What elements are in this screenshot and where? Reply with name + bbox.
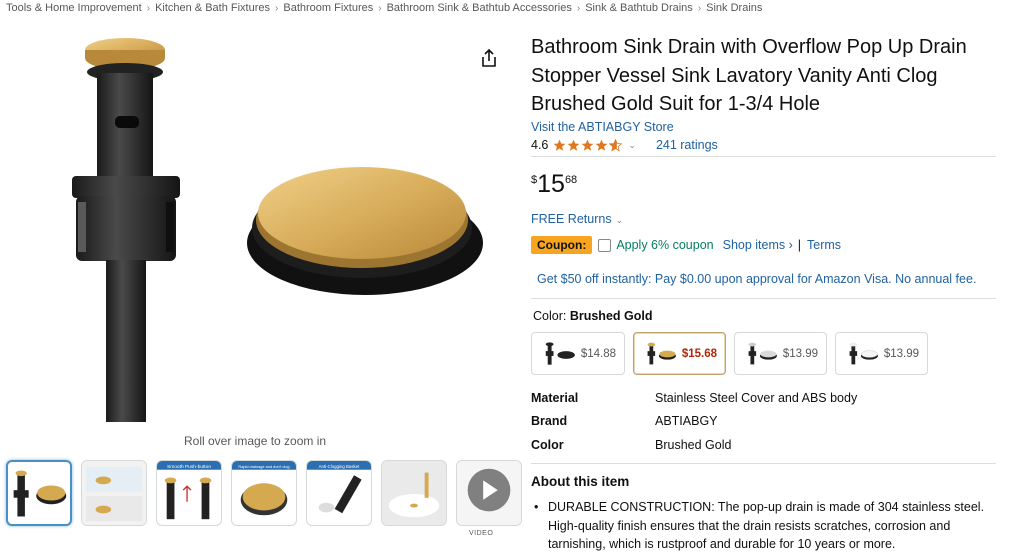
divider (531, 298, 996, 299)
breadcrumb-item[interactable]: Bathroom Sink & Bathtub Accessories (387, 2, 572, 14)
thumb-label: Anti-Clogging Basket (319, 464, 360, 469)
credit-card-offer-link[interactable]: Get $50 off instantly: Pay $0.00 upon ap… (537, 272, 976, 286)
share-icon[interactable] (480, 48, 498, 68)
breadcrumb-separator: › (576, 2, 581, 14)
video-thumbnail[interactable] (456, 460, 522, 526)
swatch-chrome[interactable]: $13.99 (734, 332, 827, 375)
price-fraction: 68 (564, 174, 578, 186)
shop-items-link[interactable]: Shop items › (723, 238, 793, 252)
color-swatches: $14.88 $15.68 $13.99 $13.99 (531, 332, 928, 375)
coupon-row: Coupon: Apply 6% coupon Shop items › | T… (531, 236, 841, 254)
spec-key: Material (531, 390, 579, 405)
about-list: DURABLE CONSTRUCTION: The pop-up drain i… (534, 498, 988, 554)
thumbnail-6[interactable] (381, 460, 447, 526)
separator: | (797, 238, 802, 252)
terms-link[interactable]: Terms (807, 238, 841, 252)
breadcrumb-separator: › (146, 2, 151, 14)
ratings-count-link[interactable]: 241 ratings (656, 138, 718, 152)
spec-row-color: Color Brushed Gold (531, 433, 857, 457)
store-link[interactable]: Visit the ABTIABGY Store (531, 120, 674, 134)
swatch-thumbnail (849, 342, 878, 364)
rating-row: 4.6 ⌄ 241 ratings (531, 138, 718, 152)
price: $ 15 68 (531, 170, 577, 198)
swatch-thumbnail (647, 342, 676, 364)
thumbnail-3[interactable]: Smooth Push-button (156, 460, 222, 526)
spec-value: Stainless Steel Cover and ABS body (655, 390, 858, 405)
spec-row-brand: Brand ABTIABGY (531, 410, 857, 434)
breadcrumb-item[interactable]: Kitchen & Bath Fixtures (155, 2, 270, 14)
main-product-image[interactable] (40, 28, 500, 428)
swatch-white[interactable]: $13.99 (835, 332, 928, 375)
thumbnail-2[interactable] (81, 460, 147, 526)
thumbnail-strip: Smooth Push-button Rapid drainage and do… (6, 460, 522, 526)
color-label: Color: Brushed Gold (533, 309, 652, 323)
zoom-hint: Roll over image to zoom in (184, 434, 327, 448)
swatch-black[interactable]: $14.88 (531, 332, 625, 375)
star-rating[interactable] (553, 138, 623, 152)
price-whole: 15 (537, 170, 565, 198)
sink-drain-image (72, 38, 483, 422)
spec-value: Brushed Gold (655, 437, 732, 452)
divider (531, 156, 996, 157)
divider (531, 463, 996, 464)
breadcrumb-item[interactable]: Tools & Home Improvement (6, 2, 142, 14)
breadcrumb-separator: › (378, 2, 382, 14)
swatch-thumbnail (748, 342, 777, 364)
star-icon (568, 139, 580, 151)
spec-key: Color (531, 437, 564, 452)
thumbnail-5[interactable]: Anti-Clogging Basket (306, 460, 372, 526)
breadcrumb: Tools & Home Improvement › Kitchen & Bat… (6, 0, 762, 16)
star-icon (596, 139, 608, 151)
breadcrumb-separator: › (275, 2, 279, 14)
swatch-thumbnail (545, 341, 575, 365)
video-label: VIDEO (469, 530, 494, 537)
chevron-down-icon: ⌄ (615, 215, 624, 225)
spec-row-material: Material Stainless Steel Cover and ABS b… (531, 386, 857, 410)
swatch-price: $14.88 (580, 347, 616, 360)
coupon-text[interactable]: Apply 6% coupon (616, 238, 713, 252)
thumb-label: Smooth Push-button (167, 464, 211, 470)
thumbnail-4[interactable]: Rapid drainage and don't clog (231, 460, 297, 526)
thumbnail-1[interactable] (6, 460, 72, 526)
color-label-prefix: Color: (533, 309, 570, 323)
about-item: DURABLE CONSTRUCTION: The pop-up drain i… (534, 498, 988, 554)
about-title: About this item (531, 474, 630, 489)
star-icon (554, 139, 566, 151)
breadcrumb-item[interactable]: Sink & Bathtub Drains (585, 2, 693, 14)
spec-value: ABTIABGY (655, 414, 718, 429)
coupon-badge: Coupon: (531, 236, 593, 254)
spec-key: Brand (531, 414, 568, 429)
chevron-down-icon[interactable]: ⌄ (628, 140, 636, 151)
breadcrumb-separator: › (697, 2, 702, 14)
star-icon (582, 139, 594, 151)
product-title: Bathroom Sink Drain with Overflow Pop Up… (531, 36, 967, 115)
swatch-price: $13.99 (883, 347, 919, 360)
thumb-label: Rapid drainage and don't clog (238, 464, 289, 469)
coupon-checkbox[interactable] (598, 238, 612, 252)
free-returns-link[interactable]: FREE Returns ⌄ (531, 212, 623, 226)
swatch-price: $13.99 (782, 347, 818, 360)
half-star-icon (609, 138, 623, 152)
breadcrumb-item[interactable]: Bathroom Fixtures (283, 2, 373, 14)
swatch-brushed-gold[interactable]: $15.68 (633, 332, 726, 375)
product-specs: Material Stainless Steel Cover and ABS b… (531, 386, 857, 457)
swatch-price: $15.68 (681, 347, 717, 360)
breadcrumb-item[interactable]: Sink Drains (706, 2, 762, 14)
rating-value: 4.6 (531, 138, 549, 152)
selected-color: Brushed Gold (569, 309, 653, 323)
free-returns-label: FREE Returns (531, 212, 612, 226)
